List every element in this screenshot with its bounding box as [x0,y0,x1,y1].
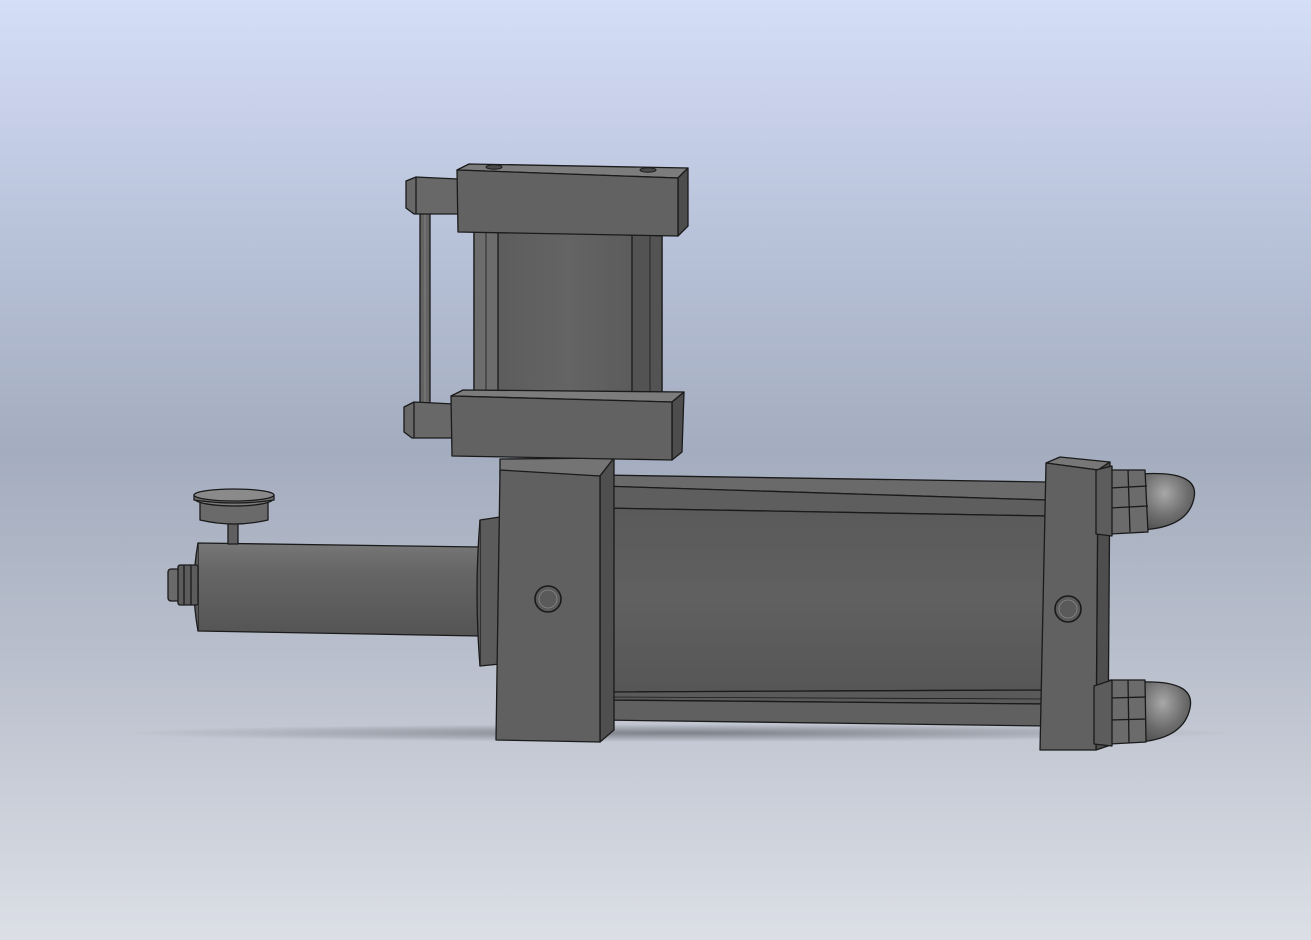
adjust-knob[interactable] [193,488,275,545]
cad-viewport[interactable] [0,0,1311,940]
pilot-cylinder-top-cap[interactable] [456,163,689,237]
tie-rod-nut-top[interactable] [1095,465,1196,537]
pilot-cylinder-body[interactable] [473,229,663,397]
top-cap-port [485,164,503,170]
port-fitting[interactable] [167,564,199,606]
pilot-cylinder-bottom-cap[interactable] [450,389,685,461]
pilot-tie-rod[interactable] [403,176,459,439]
mounting-block[interactable] [495,457,615,743]
main-cylinder-barrel[interactable] [599,474,1047,727]
plunger-tube[interactable] [193,516,501,667]
cad-model-drawing [120,163,1240,751]
top-cap-port [639,167,657,173]
